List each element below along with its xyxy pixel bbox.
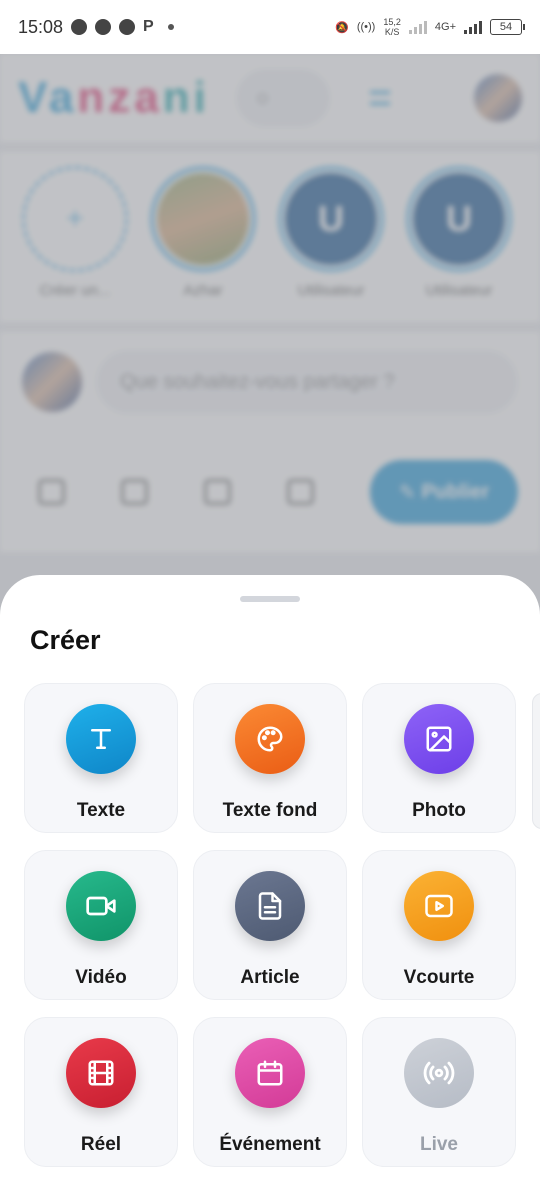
tile-label: Réel xyxy=(80,1134,122,1155)
palette-icon xyxy=(235,704,305,774)
create-options-grid: Texte Texte fond Photo Vidéo Article Vco… xyxy=(24,683,516,1167)
signal-icon-2 xyxy=(464,20,482,34)
mute-icon: 🔕 xyxy=(335,21,349,34)
create-article-button[interactable]: Article xyxy=(193,850,347,1000)
messenger-icon xyxy=(71,19,88,35)
network-type: 4G+ xyxy=(434,21,456,33)
tile-label: Texte xyxy=(76,800,126,821)
document-icon xyxy=(235,871,305,941)
status-bar: 15:08 P 🔕 ((•)) 15,2 K/S 4G+ 54 xyxy=(0,0,540,54)
broadcast-icon xyxy=(404,1038,474,1108)
create-photo-button[interactable]: Photo xyxy=(362,683,516,833)
create-live-button[interactable]: Live xyxy=(362,1017,516,1167)
calendar-icon xyxy=(235,1038,305,1108)
create-vcourte-button[interactable]: Vcourte xyxy=(362,850,516,1000)
drag-handle[interactable] xyxy=(240,596,300,602)
create-texte-fond-button[interactable]: Texte fond xyxy=(193,683,347,833)
create-reel-button[interactable]: Réel xyxy=(24,1017,178,1167)
notification-icons: P xyxy=(71,18,174,36)
create-texte-button[interactable]: Texte xyxy=(24,683,178,833)
video-icon xyxy=(66,871,136,941)
tile-label: Photo xyxy=(412,800,466,821)
create-evenement-button[interactable]: Événement xyxy=(193,1017,347,1167)
create-video-button[interactable]: Vidéo xyxy=(24,850,178,1000)
film-icon xyxy=(66,1038,136,1108)
tile-label: Vcourte xyxy=(403,967,475,988)
signal-icon xyxy=(408,20,427,34)
network-speed: 15,2 K/S xyxy=(383,17,401,37)
tile-label: Événement xyxy=(219,1134,321,1155)
system-icons: 🔕 ((•)) 15,2 K/S 4G+ 54 xyxy=(335,17,525,37)
p-app-icon: P xyxy=(143,18,154,35)
battery-icon: 54 xyxy=(490,19,525,35)
status-time: 15:08 xyxy=(18,16,64,37)
play-square-icon xyxy=(404,871,474,941)
tile-label: Article xyxy=(240,967,300,988)
next-page-peek xyxy=(532,693,540,829)
image-icon xyxy=(404,704,474,774)
whatsapp-icon xyxy=(119,19,136,35)
text-icon xyxy=(66,704,136,774)
facebook-icon xyxy=(95,19,112,35)
more-notifications-icon xyxy=(167,24,174,30)
create-sheet: Créer Texte Texte fond Photo Vidéo Artic… xyxy=(0,575,540,1200)
hotspot-icon: ((•)) xyxy=(356,21,376,33)
sheet-title: Créer xyxy=(30,625,101,655)
tile-label: Live xyxy=(419,1134,459,1155)
tile-label: Texte fond xyxy=(222,800,318,821)
tile-label: Vidéo xyxy=(75,967,127,988)
